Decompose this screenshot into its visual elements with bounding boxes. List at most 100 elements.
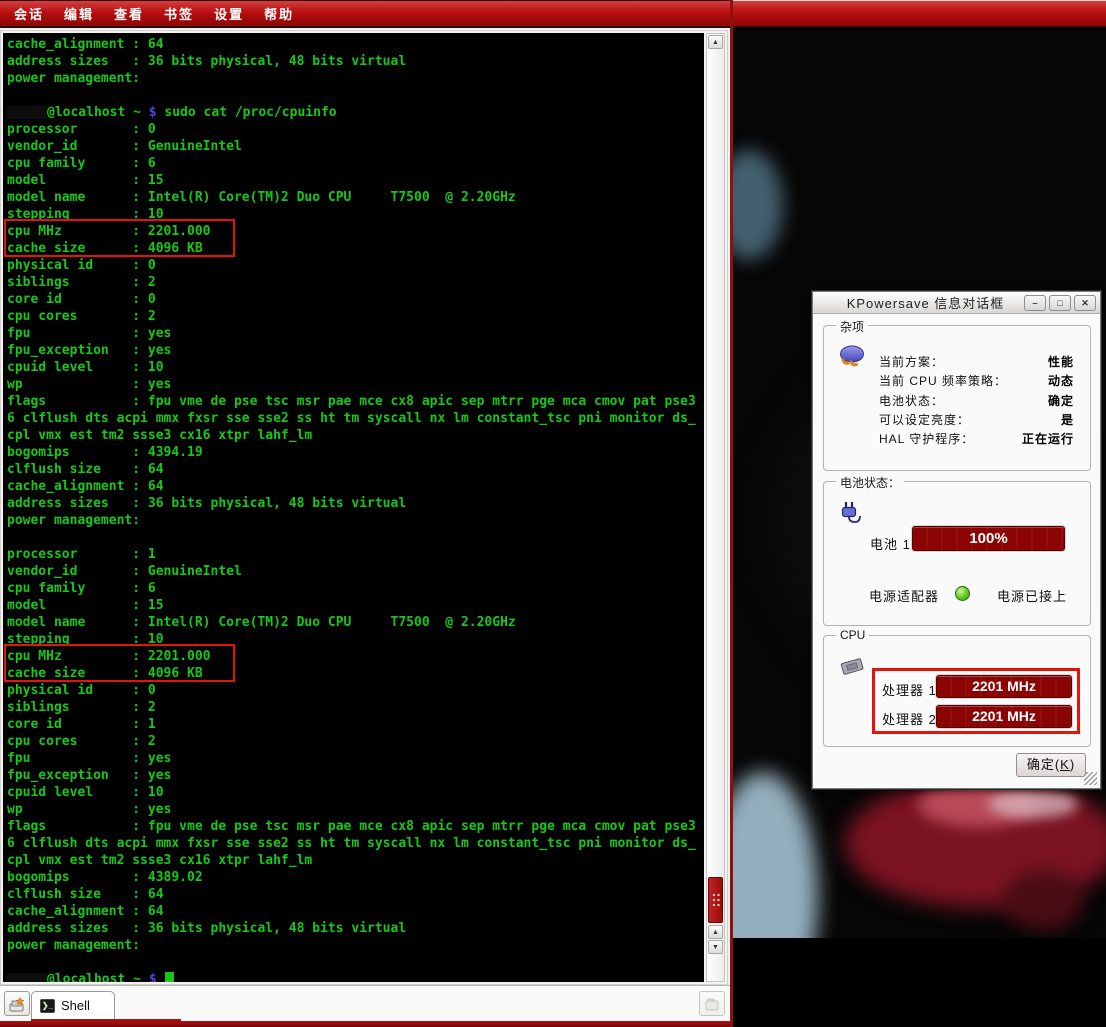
terminal-line: fpu_exception : yes bbox=[7, 342, 704, 359]
terminal-line: vendor_id : GenuineIntel bbox=[7, 563, 704, 580]
battery-label: 电池 1 bbox=[870, 534, 911, 553]
terminal-line: fpu_exception : yes bbox=[7, 767, 704, 784]
menu-item[interactable]: 帮助 bbox=[256, 1, 302, 26]
konsole-window: 会话编辑查看书签设置帮助 cache_alignment : 64address… bbox=[0, 0, 730, 1027]
terminal-line: @localhost ~ $ sudo cat /proc/cpuinfo bbox=[7, 104, 704, 121]
scroll-down-icon[interactable]: ▼ bbox=[708, 940, 723, 954]
kpowersave-icon bbox=[838, 344, 866, 368]
terminal-line: cpl vmx est tm2 ssse3 cx16 xtpr lahf_lm bbox=[7, 852, 704, 869]
terminal-line: fpu : yes bbox=[7, 325, 704, 342]
scrollbar-grip bbox=[712, 893, 721, 909]
misc-row: 可以设定亮度： 是 bbox=[879, 410, 1074, 429]
konsole-menubar: 会话编辑查看书签设置帮助 bbox=[0, 0, 730, 28]
terminal-line: siblings : 2 bbox=[7, 274, 704, 291]
cpu-highlight-box bbox=[872, 668, 1080, 734]
terminal-line: cpu cores : 2 bbox=[7, 308, 704, 325]
kpowersave-dialog: KPowersave 信息对话框 – □ ✕ 杂项 当前方案： bbox=[812, 291, 1101, 789]
terminal-line: fpu : yes bbox=[7, 750, 704, 767]
resize-grip[interactable] bbox=[1084, 772, 1097, 785]
video-blue-highlight bbox=[733, 150, 783, 260]
terminal-lines: cache_alignment : 64address sizes : 36 b… bbox=[7, 36, 704, 982]
terminal-line: physical id : 0 bbox=[7, 682, 704, 699]
misc-row-label: 可以设定亮度： bbox=[879, 411, 970, 428]
video-red-shadow bbox=[1003, 870, 1083, 930]
adapter-status: 电源已接上 bbox=[997, 586, 1067, 605]
redacted-username bbox=[7, 973, 47, 982]
menu-item[interactable]: 书签 bbox=[156, 1, 202, 26]
terminal-line: model : 15 bbox=[7, 172, 704, 189]
terminal-line: cache size : 4096 KB bbox=[7, 240, 704, 257]
terminal-line: physical id : 0 bbox=[7, 257, 704, 274]
minimize-icon[interactable]: – bbox=[1024, 295, 1046, 311]
terminal-line bbox=[7, 954, 704, 971]
video-titlebar bbox=[733, 0, 1106, 28]
dialog-titlebar[interactable]: KPowersave 信息对话框 – □ ✕ bbox=[813, 292, 1100, 314]
ok-button-text: 确定( bbox=[1027, 757, 1060, 772]
power-plug-icon bbox=[838, 500, 864, 526]
terminal-line: cpu cores : 2 bbox=[7, 733, 704, 750]
ok-button-text-suffix: ) bbox=[1070, 757, 1075, 772]
terminal-line: bogomips : 4394.19 bbox=[7, 444, 704, 461]
ok-button[interactable]: 确定(K) bbox=[1016, 753, 1086, 777]
terminal-line bbox=[7, 87, 704, 104]
shell-tab-icon: ❯_ bbox=[40, 999, 55, 1013]
terminal-line: siblings : 2 bbox=[7, 699, 704, 716]
misc-legend: 杂项 bbox=[836, 318, 868, 335]
adapter-label: 电源适配器 bbox=[869, 586, 939, 605]
misc-row-value: 性能 bbox=[1048, 353, 1074, 370]
menu-item[interactable]: 编辑 bbox=[56, 1, 102, 26]
misc-row: 当前 CPU 频率策略： 动态 bbox=[879, 371, 1074, 390]
terminal-cursor bbox=[165, 972, 174, 982]
terminal-line: bogomips : 4389.02 bbox=[7, 869, 704, 886]
redacted-username bbox=[7, 106, 47, 119]
misc-row-label: 当前 CPU 频率策略： bbox=[879, 372, 1007, 389]
terminal-line: cpu MHz : 2201.000 bbox=[7, 648, 704, 665]
desktop: 会话编辑查看书签设置帮助 cache_alignment : 64address… bbox=[0, 0, 1106, 1027]
terminal-line: wp : yes bbox=[7, 376, 704, 393]
battery-group: 电池状态： 电池 1 100% 电源适配器 电源已接上 bbox=[823, 481, 1091, 626]
adapter-led-icon bbox=[955, 586, 970, 601]
scroll-up2-icon[interactable]: ▲ bbox=[708, 925, 723, 939]
terminal-line: address sizes : 36 bits physical, 48 bit… bbox=[7, 495, 704, 512]
terminal-scrollbar[interactable]: ▲ ▲ ▼ bbox=[706, 33, 725, 982]
shell-tab-label: Shell bbox=[61, 998, 90, 1013]
menu-item[interactable]: 设置 bbox=[206, 1, 252, 26]
tab-shell[interactable]: ❯_ Shell bbox=[31, 991, 115, 1019]
misc-row-value: 动态 bbox=[1048, 372, 1074, 389]
close-icon[interactable]: ✕ bbox=[1074, 295, 1096, 311]
terminal-line: cpl vmx est tm2 ssse3 cx16 xtpr lahf_lm bbox=[7, 427, 704, 444]
konsole-bottom-border bbox=[0, 1021, 730, 1027]
scroll-up-icon[interactable]: ▲ bbox=[708, 35, 723, 49]
terminal-line bbox=[7, 529, 704, 546]
battery-legend: 电池状态： bbox=[836, 474, 904, 491]
terminal-line: cpu family : 6 bbox=[7, 580, 704, 597]
terminal-line: cpuid level : 10 bbox=[7, 784, 704, 801]
terminal-line: 6 clflush dts acpi mmx fxsr sse sse2 ss … bbox=[7, 410, 704, 427]
terminal-line: cache size : 4096 KB bbox=[7, 665, 704, 682]
terminal-line: cpu MHz : 2201.000 bbox=[7, 223, 704, 240]
terminal-line: core id : 0 bbox=[7, 291, 704, 308]
new-session-icon bbox=[8, 995, 26, 1013]
terminal-line: flags : fpu vme de pse tsc msr pae mce c… bbox=[7, 818, 704, 835]
menu-item[interactable]: 查看 bbox=[106, 1, 152, 26]
terminal-line: cpu family : 6 bbox=[7, 155, 704, 172]
menu-item[interactable]: 会话 bbox=[6, 1, 52, 26]
misc-rows: 当前方案： 性能 当前 CPU 频率策略： 动态 电池状态： 确定 可 bbox=[879, 352, 1074, 448]
cpu-group: CPU 处理器 1 2201 MHz 处理器 2 2201 MHz bbox=[823, 635, 1091, 747]
scrollbar-thumb[interactable] bbox=[708, 877, 723, 923]
video-fabric-pattern bbox=[988, 790, 1078, 818]
new-session-button[interactable] bbox=[4, 991, 30, 1016]
terminal-line: core id : 1 bbox=[7, 716, 704, 733]
terminal-viewport[interactable]: cache_alignment : 64address sizes : 36 b… bbox=[3, 33, 704, 982]
terminal-line: cache_alignment : 64 bbox=[7, 478, 704, 495]
session-tabbar: ❯_ Shell bbox=[0, 985, 730, 1021]
terminal-line: address sizes : 36 bits physical, 48 bit… bbox=[7, 53, 704, 70]
maximize-icon[interactable]: □ bbox=[1049, 295, 1071, 311]
battery-progress-bar: 100% bbox=[912, 526, 1065, 551]
misc-group: 杂项 当前方案： 性能 当前 CPU 频率策略： 动 bbox=[823, 325, 1091, 471]
misc-row-value: 是 bbox=[1061, 411, 1074, 428]
close-session-button[interactable] bbox=[699, 991, 725, 1016]
terminal-line: processor : 1 bbox=[7, 546, 704, 563]
terminal-line: flags : fpu vme de pse tsc msr pae mce c… bbox=[7, 393, 704, 410]
ok-button-accesskey: K bbox=[1060, 757, 1070, 772]
